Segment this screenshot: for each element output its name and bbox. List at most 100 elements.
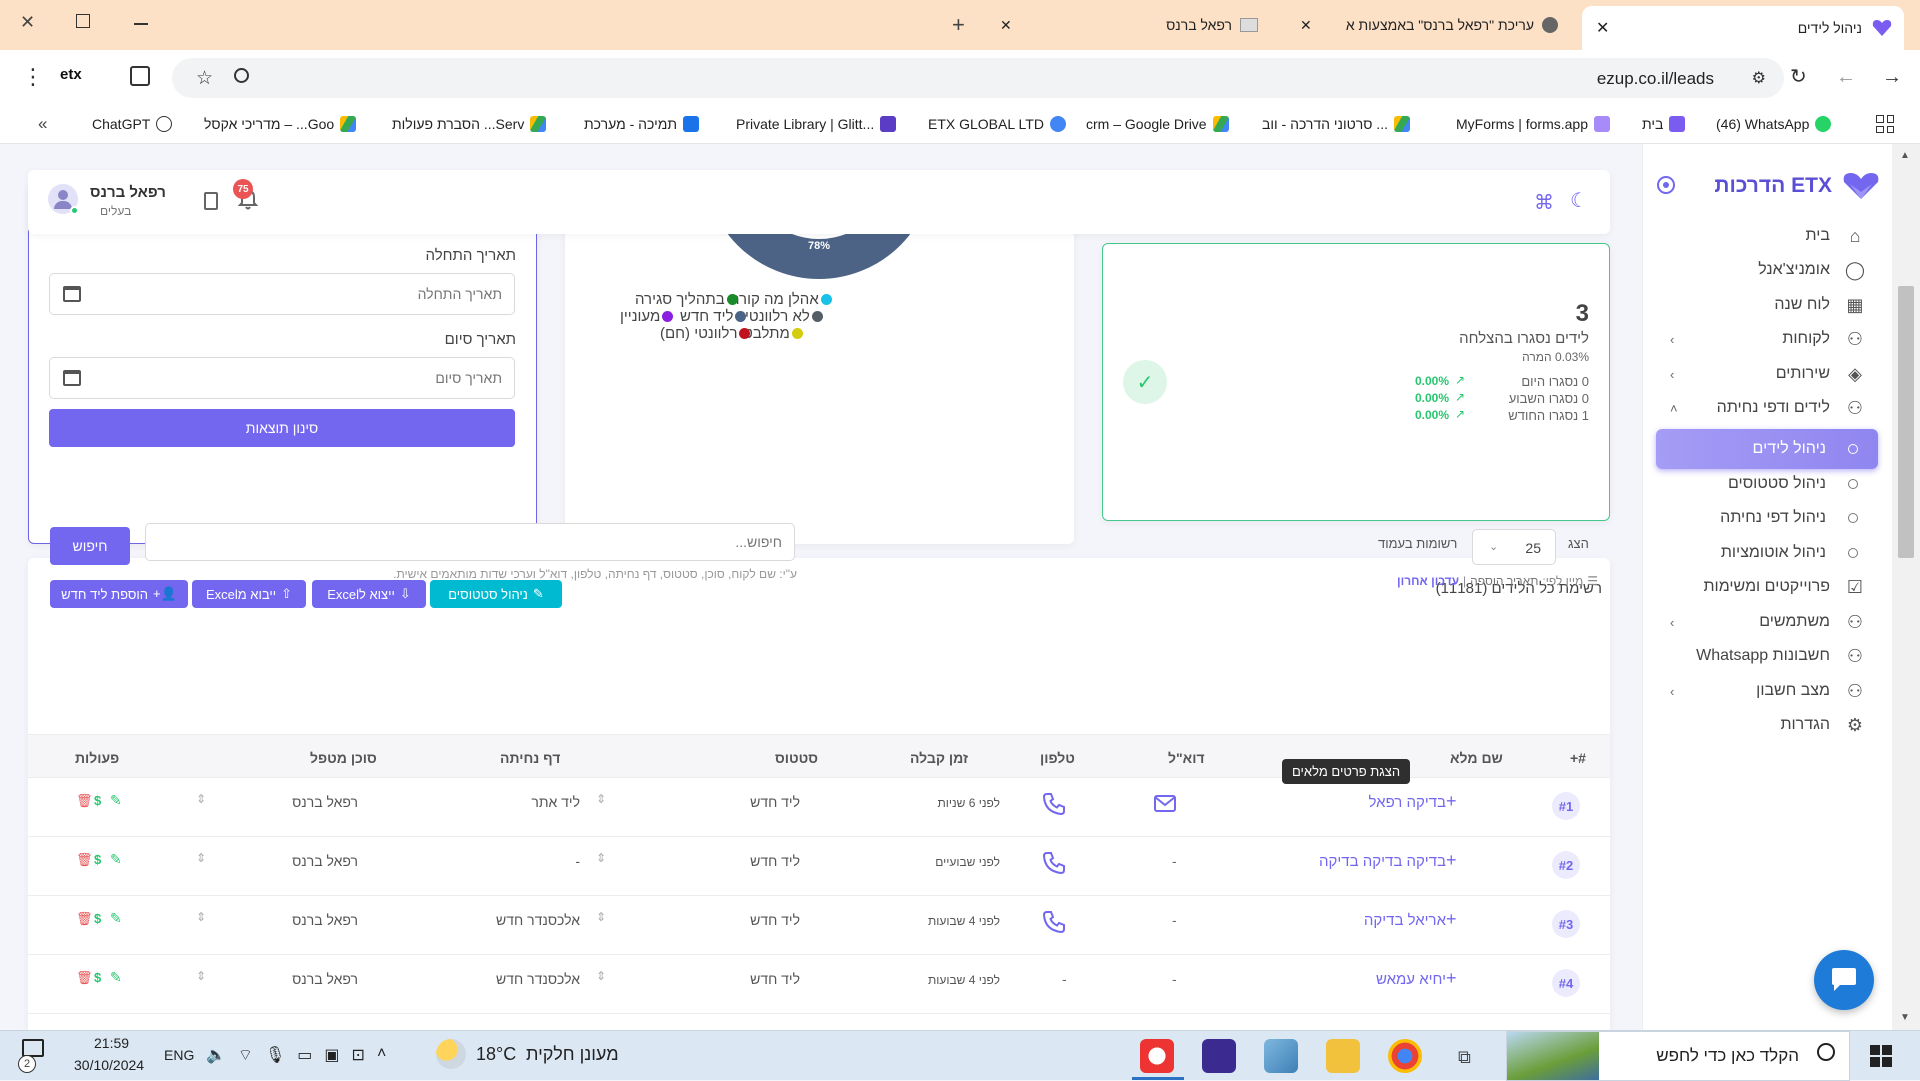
table-row[interactable]: #3 + אריאל בדיקה - לפני 4 שבועות ליד חדש ⇕ אלכס… [28,896,1610,955]
column-header[interactable]: טלפון [1040,750,1075,766]
sidebar-item[interactable]: ☑ פרוייקטים ומשימות [1656,567,1878,607]
lead-status[interactable]: ליד חדש [750,794,800,810]
zoom-search-icon[interactable] [234,68,249,83]
assigned-agent[interactable]: רפאל ברנס [292,971,358,987]
column-header[interactable]: שם מלא [1450,750,1503,766]
mic-icon[interactable]: 🎙 [265,1045,285,1065]
sidebar-item[interactable]: ניהול דפי נחיתה [1656,498,1878,538]
sort-by-updated[interactable]: עדכון אחרון [1397,574,1459,588]
calendar-icon[interactable] [63,286,81,302]
edit-icon[interactable]: ✎ [110,910,122,927]
legend-item[interactable]: לא רלוונטי [745,308,823,325]
dollar-icon[interactable]: $ [94,793,101,808]
volume-icon[interactable]: 🔈 [206,1045,226,1065]
assigned-agent[interactable]: רפאל ברנס [292,853,358,869]
search-button[interactable]: חיפוש [50,527,130,565]
chrome-icon[interactable] [1388,1039,1422,1073]
window-maximize-icon[interactable] [76,14,90,28]
tab-edit[interactable]: עריכת "רפאל ברנס" באמצעות א ✕ [1300,8,1570,42]
sidebar-brand[interactable]: ETX הדרכות [1714,172,1880,200]
end-date-input[interactable] [49,357,515,399]
dollar-icon[interactable]: $ [94,970,101,985]
row-number-badge[interactable]: #4 [1552,969,1580,997]
column-header[interactable]: דף נחיתה [500,750,560,766]
lead-status[interactable]: ליד חדש [750,912,800,928]
phone-icon[interactable] [1042,851,1066,875]
glitter-app-icon[interactable] [1202,1039,1236,1073]
legend-item[interactable]: ליד חדש [680,308,747,325]
edit-icon[interactable]: ✎ [110,792,122,809]
wifi-icon[interactable]: ⌔ [238,1045,253,1065]
more-bookmarks-icon[interactable]: « [38,114,47,134]
taskbar-search-box[interactable]: הקלד כאן כדי לחפש [1506,1031,1850,1081]
display-icon[interactable]: ▣ [324,1045,339,1065]
add-lead-button[interactable]: 👤+ הוספת ליד חדש [50,580,188,608]
bookmark-home[interactable]: בית [1642,116,1686,132]
expand-plus-icon[interactable]: + [1446,850,1457,871]
expand-plus-icon[interactable]: + [1446,909,1457,930]
edit-icon[interactable]: ✎ [110,969,122,986]
site-settings-icon[interactable]: ⚙ [1752,68,1766,88]
back-arrow-icon[interactable]: → [1882,66,1902,89]
dollar-icon[interactable]: $ [94,911,101,926]
phone-icon[interactable] [1042,792,1066,816]
row-number-badge[interactable]: #2 [1552,851,1580,879]
reload-icon[interactable]: ↻ [1790,64,1807,89]
lead-name-link[interactable]: יחיא עמאש [1376,971,1446,988]
column-header[interactable]: #+ [1570,750,1586,766]
email-envelope-icon[interactable] [1154,795,1176,812]
row-number-badge[interactable]: #3 [1552,910,1580,938]
table-row[interactable]: #1 + בדיקה רפאל לפני 6 שניות ליד חדש ⇕ ליד אתר… [28,778,1610,837]
assigned-agent[interactable]: רפאל ברנס [292,794,358,810]
dark-mode-moon-icon[interactable]: ☾ [1570,188,1588,213]
bookmark-excel[interactable]: מדריכי אקסל – ...Goo [204,116,357,132]
window-close-icon[interactable]: ✕ [20,12,35,33]
lead-name-link[interactable]: בדיקה רפאל [1369,794,1446,811]
sort-by-added[interactable]: תאריך הוספה [1470,574,1538,588]
filter-results-button[interactable]: סינון תוצאות [49,409,515,447]
apps-grid-icon[interactable] [1876,115,1894,133]
scroll-down-icon[interactable]: ▼ [1900,1012,1910,1023]
sort-updown-icon[interactable]: ⇕ [596,792,606,806]
tab-leads[interactable]: ניהול לידים ✕ [1582,6,1904,50]
scrollbar-thumb[interactable] [1898,286,1914,558]
landing-page[interactable]: - [575,853,580,869]
sort-updown-icon[interactable]: ⇕ [196,969,206,983]
forward-arrow-icon[interactable]: ← [1836,66,1856,89]
lead-status[interactable]: ליד חדש [750,971,800,987]
column-header[interactable]: סטטוס [775,750,818,766]
sidebar-item[interactable]: ◯ אומניצ'אנל [1656,250,1878,290]
legend-item[interactable]: מעוניין [620,308,674,325]
scroll-up-icon[interactable]: ▲ [1900,150,1910,161]
phone-icon[interactable] [1042,910,1066,934]
clock-date[interactable]: 30/10/2024 [74,1057,144,1073]
lead-name-link[interactable]: אריאל בדיקה [1364,912,1446,929]
column-header[interactable]: פעולות [75,750,119,766]
close-icon[interactable]: ✕ [1300,17,1312,34]
new-tab-icon[interactable]: + [952,12,965,38]
etx-app-icon[interactable] [1140,1039,1174,1073]
dollar-icon[interactable]: $ [94,852,101,867]
close-icon[interactable]: ✕ [1000,17,1012,34]
sidebar-item[interactable]: ⚙ הגדרות [1656,705,1878,745]
page-scrollbar[interactable]: ▲ ▼ [1892,144,1920,1030]
trash-icon[interactable]: 🗑 [76,970,93,986]
landing-page[interactable]: אלכסנדר חדש [496,912,580,928]
clock-time[interactable]: 21:59 [94,1035,129,1051]
landing-page[interactable]: ליד אתר [531,794,580,810]
sort-updown-icon[interactable]: ⇕ [196,851,206,865]
camera-icon[interactable]: ⊡ [352,1045,365,1065]
bookmark-whatsapp[interactable]: (46) WhatsApp [1716,116,1832,132]
bookmark-myforms[interactable]: MyForms | forms.app [1456,116,1610,132]
windows-start-icon[interactable] [1870,1045,1892,1067]
export-excel-button[interactable]: ⇩ ייצוא לExcel [312,580,426,608]
manage-statuses-button[interactable]: ✎ ניהול סטטוסים [430,580,562,608]
avatar[interactable] [48,184,79,215]
url-text[interactable]: ezup.co.il/leads [1597,69,1714,89]
landing-page[interactable]: אלכסנדר חדש [496,971,580,987]
table-row[interactable]: #4 + יחיא עמאש - - לפני 4 שבועות ליד חדש ⇕ אלכסנ… [28,955,1610,1014]
pin-sidebar-icon[interactable] [1657,176,1675,194]
window-minimize-icon[interactable] [134,23,148,25]
weather-cloud-sun-icon[interactable] [436,1039,466,1069]
menu-dots-icon[interactable]: ⋮ [22,64,44,90]
